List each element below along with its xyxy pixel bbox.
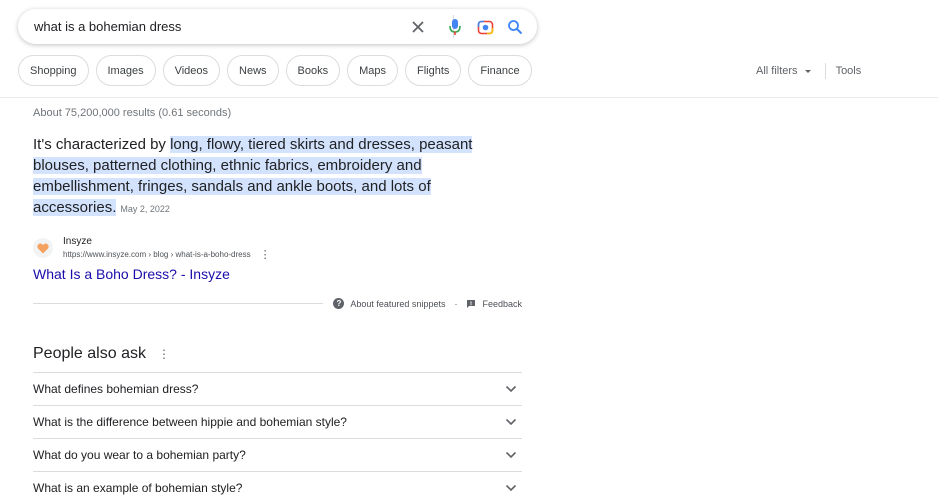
chip-shopping[interactable]: Shopping <box>18 55 89 86</box>
filters-divider <box>824 63 826 79</box>
chevron-down-icon <box>504 415 518 429</box>
people-also-ask-heading: People also ask ⋮ <box>33 345 170 363</box>
results-stats: About 75,200,000 results (0.61 seconds) <box>33 107 232 119</box>
snippet-footer: ? About featured snippets · Feedback <box>33 298 522 309</box>
chip-finance[interactable]: Finance <box>468 55 532 86</box>
chip-maps[interactable]: Maps <box>347 55 399 86</box>
snippet-lead: It's characterized by <box>33 136 171 153</box>
all-filters-button[interactable]: All filters <box>756 65 813 77</box>
paa-question[interactable]: What is an example of bohemian style? <box>33 471 522 501</box>
tools-button[interactable]: Tools <box>836 65 862 77</box>
about-featured-snippets-link[interactable]: About featured snippets <box>350 299 445 309</box>
paa-question[interactable]: What do you wear to a bohemian party? <box>33 438 522 471</box>
header-divider <box>0 97 938 98</box>
search-bar[interactable]: what is a bohemian dress <box>18 9 537 44</box>
featured-snippet-text: It's characterized by long, flowy, tiere… <box>33 134 503 220</box>
close-icon[interactable] <box>408 17 428 37</box>
more-vert-icon[interactable]: ⋮ <box>158 347 170 361</box>
heart-icon <box>33 238 53 258</box>
paa-question[interactable]: What defines bohemian dress? <box>33 372 522 405</box>
chip-videos[interactable]: Videos <box>162 55 221 86</box>
search-icon[interactable] <box>505 17 525 37</box>
snippet-source[interactable]: Insyze https://www.insyze.com › blog › w… <box>33 235 271 262</box>
filters-toolbar: All filters Tools <box>756 63 861 79</box>
snippet-date: May 2, 2022 <box>120 204 170 214</box>
people-also-ask-list: What defines bohemian dress? What is the… <box>33 372 522 501</box>
feedback-link[interactable]: Feedback <box>482 299 522 309</box>
chevron-down-icon <box>504 382 518 396</box>
search-filter-chips: Shopping Images Videos News Books Maps F… <box>18 55 532 86</box>
caret-down-icon <box>804 70 811 73</box>
footer-bullet: · <box>454 298 458 309</box>
paa-question-text: What do you wear to a bohemian party? <box>33 448 246 462</box>
more-vert-icon[interactable]: ⋮ <box>260 248 271 262</box>
paa-question-text: What is an example of bohemian style? <box>33 481 243 495</box>
chip-images[interactable]: Images <box>95 55 156 86</box>
paa-question-text: What defines bohemian dress? <box>33 382 199 396</box>
chip-news[interactable]: News <box>227 55 279 86</box>
source-url: https://www.insyze.com › blog › what-is-… <box>63 250 251 259</box>
paa-question[interactable]: What is the difference between hippie an… <box>33 405 522 438</box>
feedback-icon <box>467 299 476 308</box>
all-filters-label: All filters <box>756 65 798 77</box>
microphone-icon[interactable] <box>445 17 465 37</box>
source-name: Insyze <box>63 236 92 247</box>
chevron-down-icon <box>504 481 518 495</box>
question-icon: ? <box>333 298 345 309</box>
result-title-link[interactable]: What Is a Boho Dress? - Insyze <box>33 266 230 282</box>
people-also-ask-title: People also ask <box>33 345 146 362</box>
camera-icon[interactable] <box>475 17 495 37</box>
chevron-down-icon <box>504 448 518 462</box>
chip-books[interactable]: Books <box>285 55 341 86</box>
search-input[interactable]: what is a bohemian dress <box>34 19 181 34</box>
snippet-footer-rule <box>33 303 324 304</box>
chip-flights[interactable]: Flights <box>405 55 462 86</box>
paa-question-text: What is the difference between hippie an… <box>33 415 347 429</box>
